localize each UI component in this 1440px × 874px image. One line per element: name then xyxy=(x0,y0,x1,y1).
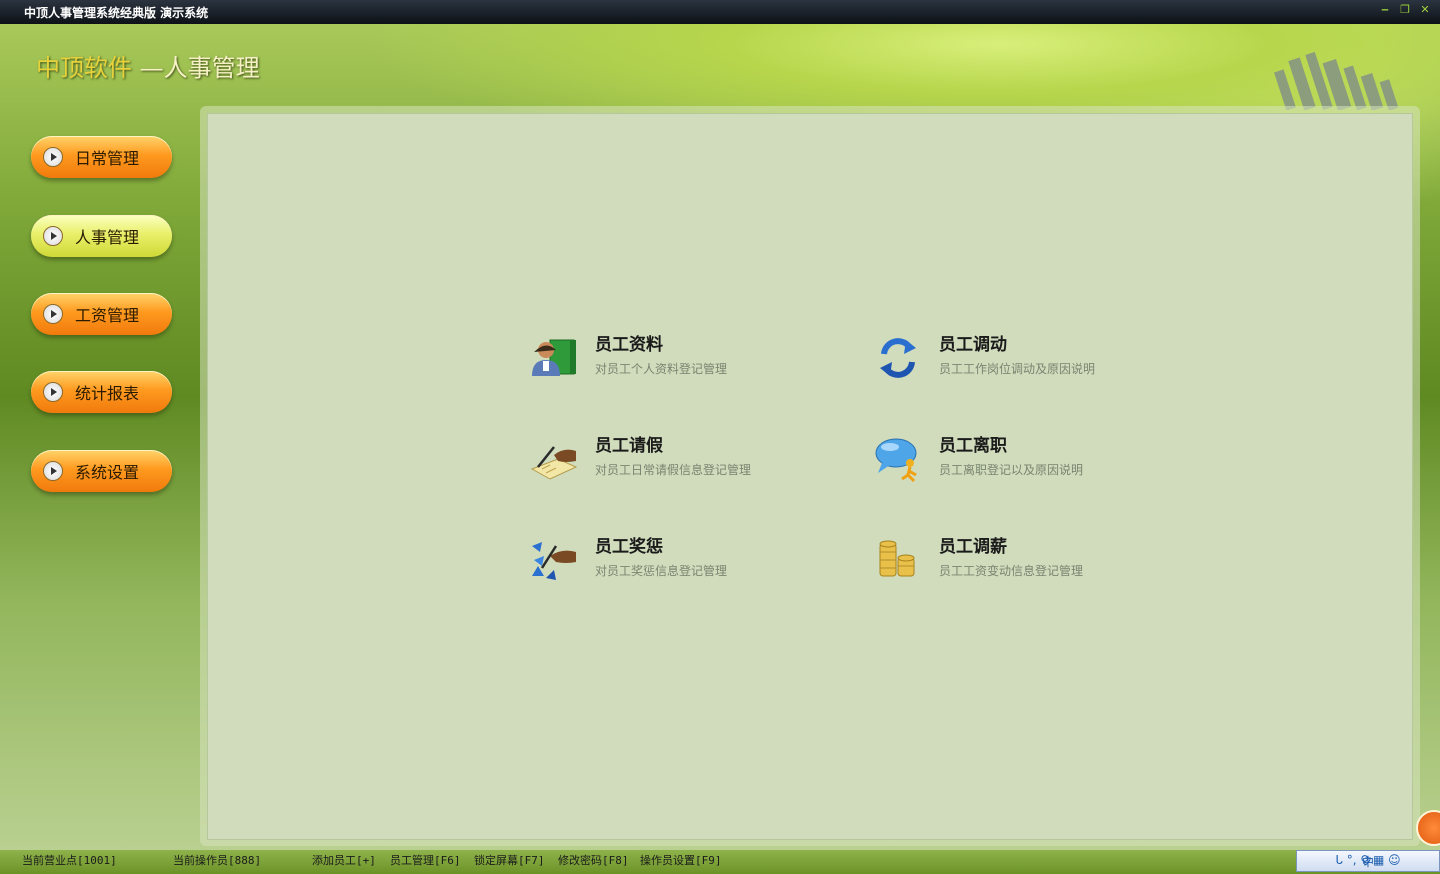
sidebar-item-reports[interactable]: 统计报表 xyxy=(31,371,172,413)
award-arrows-icon xyxy=(532,542,576,580)
sidebar-item-hr[interactable]: 人事管理 xyxy=(31,215,172,257)
minimize-button[interactable]: ‒ xyxy=(1378,3,1392,16)
sidebar-item-label: 工资管理 xyxy=(75,306,140,325)
module-employee-leave[interactable]: 员工请假 对员工日常请假信息登记管理 xyxy=(528,435,751,483)
lock-screen-link[interactable]: 锁定屏幕[F7] xyxy=(474,852,545,868)
play-icon xyxy=(43,226,63,246)
restore-button[interactable]: ❐ xyxy=(1398,3,1412,16)
module-employee-transfer[interactable]: 员工调动 员工工作岗位调动及原因说明 xyxy=(872,334,1095,382)
module-employee-salary[interactable]: 员工调薪 员工工资变动信息登记管理 xyxy=(872,536,1083,584)
ime-toolbar[interactable]: ㇇ 中 ᒐ °, ⚲ ▦ ☺ xyxy=(1296,850,1440,872)
module-desc: 对员工日常请假信息登记管理 xyxy=(595,463,752,477)
window-title: 中顶人事管理系统经典版 演示系统 xyxy=(24,5,209,20)
module-desc: 对员工个人资料登记管理 xyxy=(595,362,728,376)
current-outlet: 当前营业点[1001] xyxy=(22,854,117,867)
module-desc: 员工工作岗位调动及原因说明 xyxy=(939,362,1096,376)
play-icon xyxy=(43,304,63,324)
sidebar-item-daily[interactable]: 日常管理 xyxy=(31,136,172,178)
module-employee-resign[interactable]: 员工离职 员工离职登记以及原因说明 xyxy=(872,435,1083,483)
coins-icon xyxy=(879,540,915,577)
module-title: 员工调动 xyxy=(939,335,1007,355)
change-password-link[interactable]: 修改密码[F8] xyxy=(558,852,629,868)
status-bar: 当前营业点[1001] 当前操作员[888] 添加员工[+] 员工管理[F6] … xyxy=(0,850,1440,874)
writing-hand-icon xyxy=(530,446,578,480)
play-icon xyxy=(43,382,63,402)
play-icon xyxy=(43,147,63,167)
play-icon xyxy=(43,461,63,481)
current-operator: 当前操作员[888] xyxy=(173,854,262,867)
module-title: 员工调薪 xyxy=(939,537,1007,557)
module-desc: 对员工奖惩信息登记管理 xyxy=(595,564,728,578)
brand-title: 中顶软件 —人事管理 xyxy=(36,48,260,83)
refresh-arrows-icon xyxy=(880,338,916,378)
sidebar-item-settings[interactable]: 系统设置 xyxy=(31,450,172,492)
sidebar-item-label: 统计报表 xyxy=(75,384,140,403)
module-employee-profile[interactable]: 员工资料 对员工个人资料登记管理 xyxy=(528,334,727,382)
title-bar: 中顶人事管理系统经典版 演示系统 ‒ ❐ ✕ xyxy=(0,0,1440,24)
sidebar-item-payroll[interactable]: 工资管理 xyxy=(31,293,172,335)
brand-subtitle: —人事管理 xyxy=(132,54,260,82)
window-controls: ‒ ❐ ✕ xyxy=(1378,3,1432,16)
manage-employee-link[interactable]: 员工管理[F6] xyxy=(390,852,461,868)
city-skyline-icon xyxy=(1274,51,1399,110)
sidebar-item-label: 系统设置 xyxy=(75,463,140,482)
module-employee-award[interactable]: 员工奖惩 对员工奖惩信息登记管理 xyxy=(528,536,727,584)
module-title: 员工资料 xyxy=(595,335,663,355)
sidebar-item-label: 日常管理 xyxy=(75,149,140,168)
content-panel xyxy=(207,113,1413,840)
employee-profile-icon xyxy=(532,339,576,376)
operator-settings-link[interactable]: 操作员设置[F9] xyxy=(640,852,722,868)
ime-options[interactable]: ᒐ °, ⚲ ▦ ☺ xyxy=(1335,853,1400,867)
module-title: 员工离职 xyxy=(939,436,1007,456)
module-title: 员工请假 xyxy=(595,436,663,456)
brand-name: 中顶软件 xyxy=(36,54,132,82)
sidebar-item-label: 人事管理 xyxy=(75,228,140,247)
chat-person-icon xyxy=(875,438,917,483)
module-desc: 员工离职登记以及原因说明 xyxy=(939,463,1084,477)
close-button[interactable]: ✕ xyxy=(1418,3,1432,16)
add-employee-link[interactable]: 添加员工[+] xyxy=(312,852,376,868)
module-title: 员工奖惩 xyxy=(595,537,663,557)
module-desc: 员工工资变动信息登记管理 xyxy=(939,564,1084,578)
